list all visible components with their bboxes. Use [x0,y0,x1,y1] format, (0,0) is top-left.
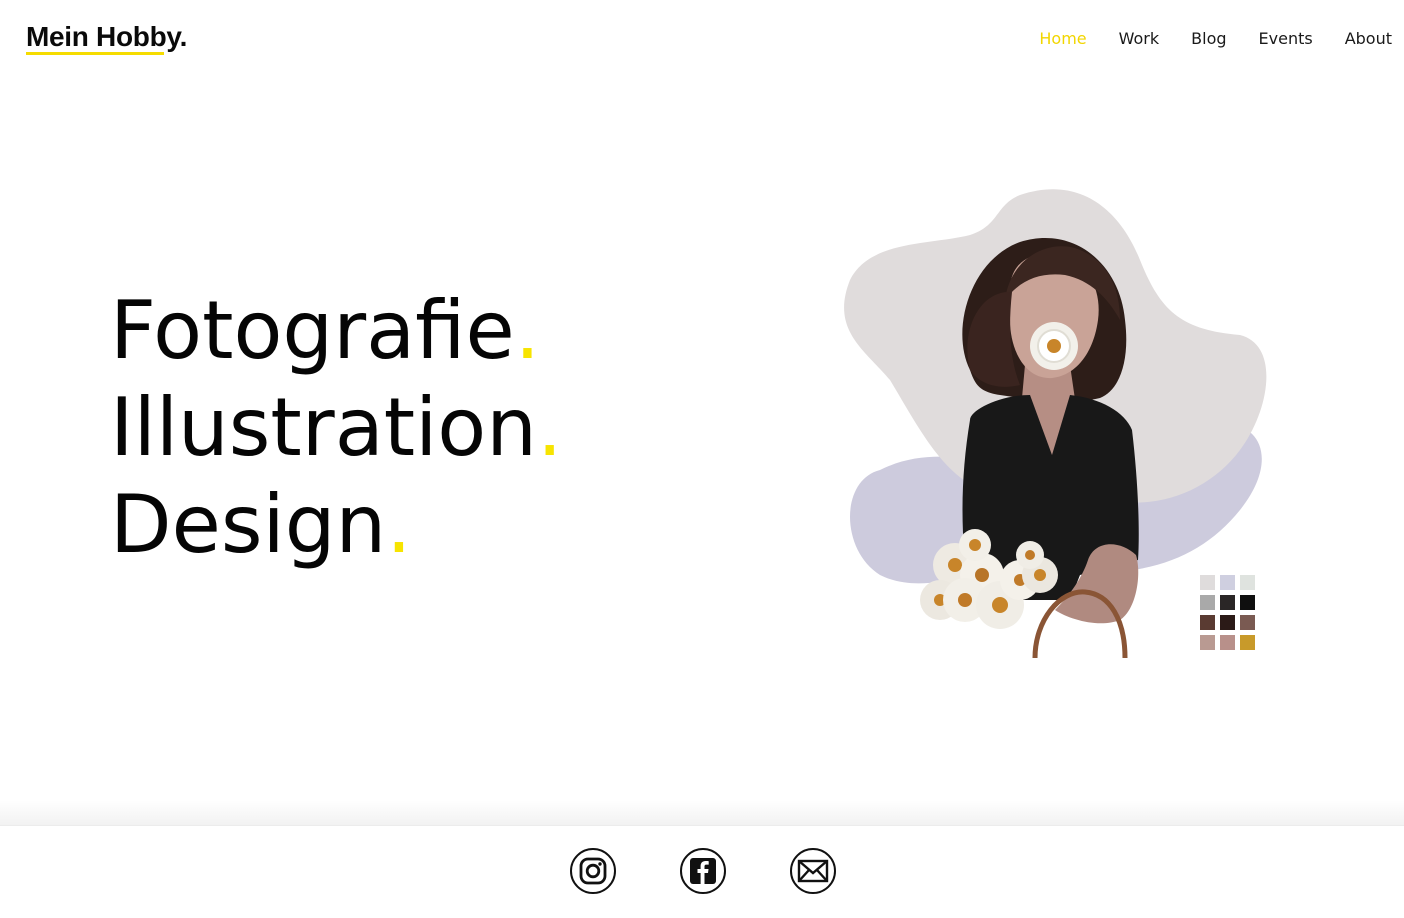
palette-swatch [1200,595,1215,610]
nav-item-events[interactable]: Events [1259,29,1313,48]
site-logo[interactable]: Mein Hobby. [26,20,187,54]
hero-word: Design [110,478,387,571]
facebook-link[interactable] [680,848,726,894]
color-palette [1200,575,1255,650]
palette-swatch [1200,615,1215,630]
nav-item-blog[interactable]: Blog [1191,29,1226,48]
palette-swatch [1200,575,1215,590]
daisy-mouth [1030,322,1078,370]
hero-dot: . [514,284,541,377]
footer [0,825,1404,918]
mail-icon [797,859,829,883]
palette-swatch [1220,595,1235,610]
palette-swatch [1220,615,1235,630]
hero-line-design: Design. [110,476,562,573]
palette-swatch [1240,575,1255,590]
hero-headline: Fotografie. Illustration. Design. [110,282,562,573]
palette-swatch [1240,595,1255,610]
nav-item-home[interactable]: Home [1039,29,1086,48]
hero-line-illustration: Illustration. [110,379,562,476]
logo-underline [26,52,164,55]
hero-word: Illustration [110,381,537,474]
palette-swatch [1220,635,1235,650]
instagram-icon [579,857,607,885]
hero-line-fotografie: Fotografie. [110,282,562,379]
nav-item-about[interactable]: About [1345,29,1392,48]
page: Mein Hobby. Home Work Blog Events About … [0,0,1404,918]
woman-with-daisies-illustration [844,189,1267,659]
instagram-link[interactable] [570,848,616,894]
hero-dot: . [536,381,563,474]
footer-shadow [0,800,1404,825]
palette-swatch [1240,635,1255,650]
nav-item-work[interactable]: Work [1119,29,1160,48]
hero-word: Fotografie [110,284,515,377]
palette-swatch [1220,575,1235,590]
facebook-icon [690,858,716,884]
palette-swatch [1240,615,1255,630]
palette-swatch [1200,635,1215,650]
mail-link[interactable] [790,848,836,894]
main-nav: Home Work Blog Events About [1039,29,1392,48]
hero-dot: . [386,478,412,571]
